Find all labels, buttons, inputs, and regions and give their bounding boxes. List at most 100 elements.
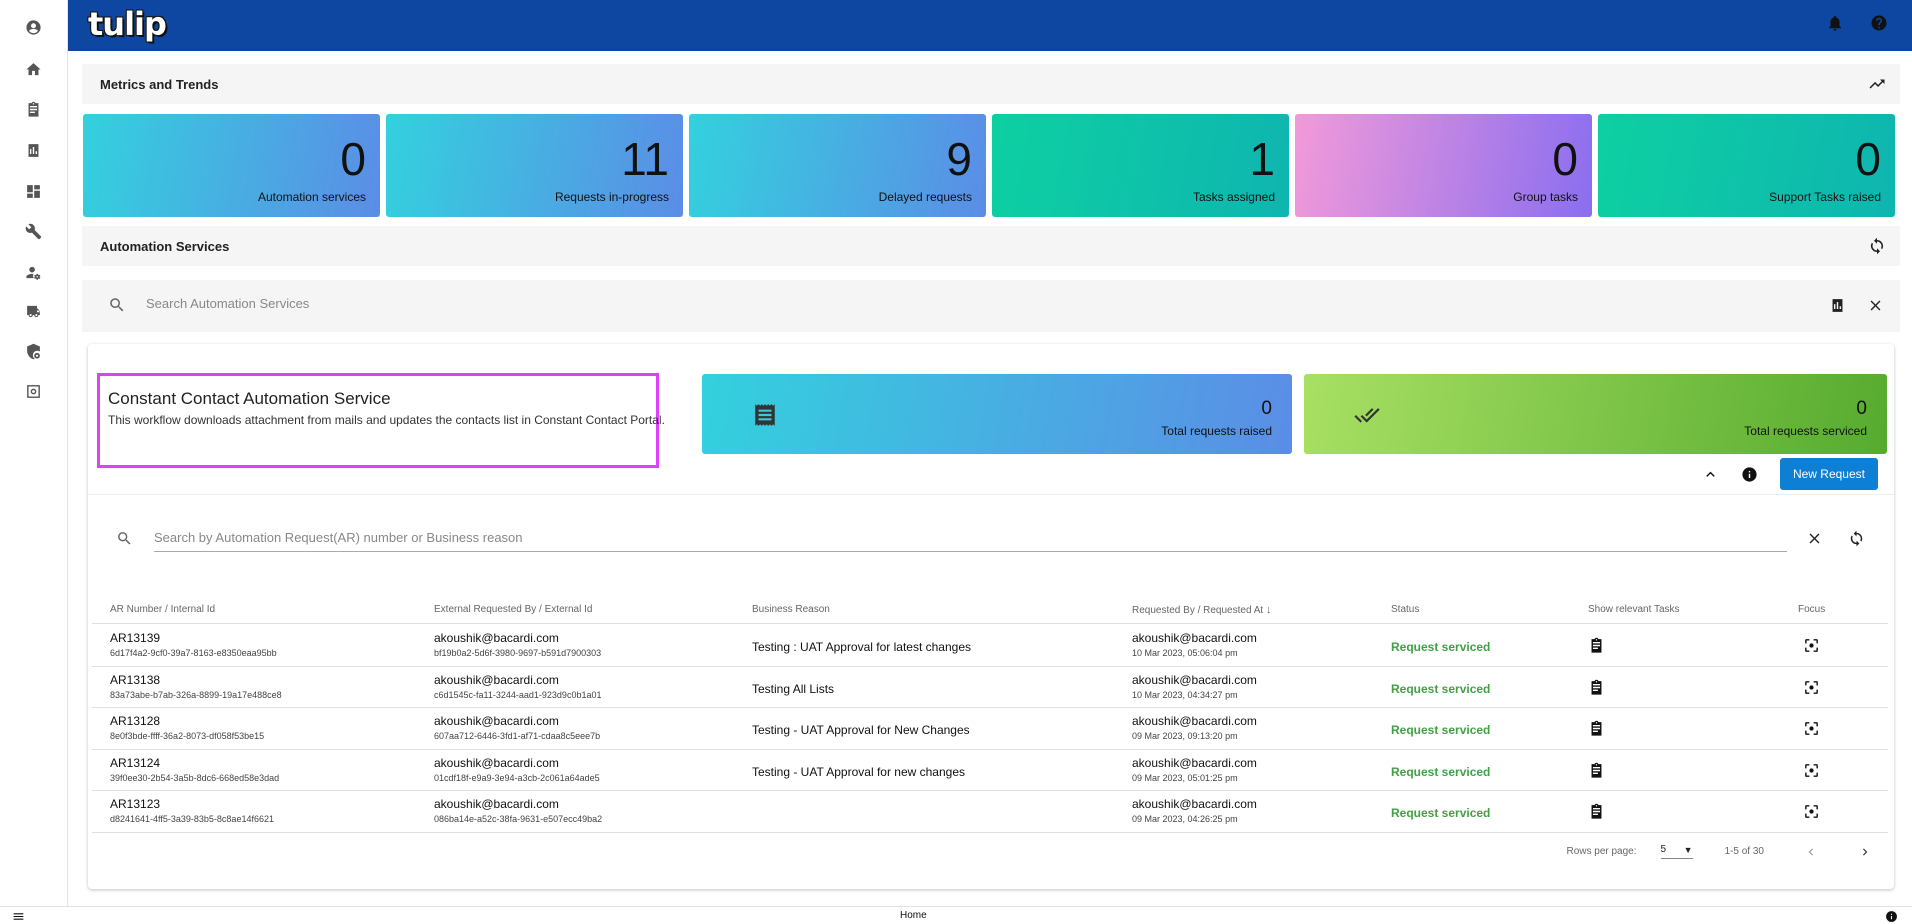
table-row[interactable]: AR13138 83a73abe-b7ab-326a-8899-19a17e488… [92, 667, 1888, 708]
service-search-input[interactable] [146, 296, 846, 311]
chart-icon[interactable] [24, 141, 42, 159]
footer-home-label: Home [900, 910, 927, 921]
header-external[interactable]: External Requested By / External Id [434, 604, 592, 615]
close-icon[interactable] [1867, 297, 1884, 314]
metric-label: Group tasks [1513, 190, 1578, 204]
metrics-section-title: Metrics and Trends [100, 76, 219, 92]
sync-icon[interactable] [1868, 237, 1886, 255]
arrow-down-icon: ↓ [1265, 604, 1272, 616]
dashboard-icon[interactable] [24, 182, 42, 200]
footer: Home [0, 906, 1912, 924]
requested-by: akoushik@bacardi.com [1132, 755, 1257, 770]
focus-icon[interactable] [1803, 679, 1820, 696]
table-row[interactable]: AR13124 39f0ee30-2b54-3a5b-8dc6-668ed58e3… [92, 750, 1888, 791]
shield-settings-icon[interactable] [24, 342, 42, 360]
metric-label: Support Tasks raised [1769, 190, 1881, 204]
service-description: This workflow downloads attachment from … [108, 413, 665, 427]
logo-text: tulip [88, 5, 167, 43]
focus-icon[interactable] [1803, 720, 1820, 737]
header-requested[interactable]: Requested By / Requested At ↓ [1132, 604, 1271, 616]
chevron-up-icon[interactable] [1702, 466, 1719, 483]
requested-at: 10 Mar 2023, 04:34:27 pm [1132, 689, 1238, 700]
divider [88, 494, 1894, 495]
header-status[interactable]: Status [1391, 604, 1419, 615]
metric-label: Requests in-progress [554, 190, 669, 204]
table-row[interactable]: AR13139 6d17f4a2-9cf0-39a7-8163-e8350eaa9… [92, 625, 1888, 667]
wrench-icon[interactable] [24, 222, 42, 240]
total-requests-serviced-card: 0 Total requests serviced [1304, 374, 1887, 454]
menu-icon[interactable] [12, 910, 25, 923]
metric-value: 11 [621, 133, 669, 185]
close-icon[interactable] [1806, 530, 1823, 547]
search-icon [116, 530, 133, 547]
service-title: Constant Contact Automation Service [108, 389, 391, 408]
internal-id: 39f0ee30-2b54-3a5b-8dc6-668ed58e3dad [110, 772, 280, 783]
external-requested-by: akoushik@bacardi.com [434, 714, 559, 728]
person-settings-icon[interactable] [24, 263, 42, 281]
services-section-title: Automation Services [100, 238, 230, 254]
info-icon[interactable] [1885, 910, 1898, 923]
truck-icon[interactable] [24, 302, 42, 320]
focus-icon[interactable] [1803, 637, 1820, 654]
chevron-right-icon[interactable] [1858, 845, 1872, 859]
home-icon[interactable] [24, 60, 42, 78]
help-icon[interactable] [1870, 14, 1888, 32]
header-ar-number[interactable]: AR Number / Internal Id [110, 604, 215, 615]
business-reason: Testing - UAT Approval for New Changes [752, 723, 970, 737]
header-tasks[interactable]: Show relevant Tasks [1588, 604, 1680, 615]
rows-per-page-select[interactable]: 5 ▼ [1660, 844, 1693, 859]
business-reason: Testing : UAT Approval for latest change… [752, 640, 972, 654]
chart-icon[interactable] [1829, 297, 1846, 314]
pagination: Rows per page: 5 ▼ 1-5 of 30 [1566, 844, 1872, 859]
ar-number: AR13139 [110, 631, 161, 645]
metric-card[interactable]: 0 Support Tasks raised [1598, 114, 1895, 217]
status-badge: Request serviced [1391, 723, 1491, 737]
metric-card[interactable]: 1 Tasks assigned [992, 114, 1289, 217]
table-row[interactable]: AR13128 8e0f3bde-ffff-36a2-8073-df058f53b… [92, 708, 1888, 750]
clipboard-icon[interactable] [1588, 762, 1605, 779]
business-reason: Testing - UAT Approval for new changes [752, 764, 965, 779]
focus-icon[interactable] [1803, 803, 1820, 820]
new-request-button[interactable]: New Request [1779, 458, 1878, 490]
metric-card[interactable]: 11 Requests in-progress [386, 114, 683, 217]
info-icon[interactable] [1741, 466, 1758, 483]
external-requested-by: akoushik@bacardi.com [434, 755, 559, 770]
focus-box-icon[interactable] [24, 382, 42, 400]
external-requested-by: akoushik@bacardi.com [434, 631, 559, 645]
clipboard-icon[interactable] [1588, 679, 1605, 696]
table-row[interactable]: AR13123 d8241641-4ff5-3a39-83b5-8c8ae14f6… [92, 791, 1888, 833]
external-id: 607aa712-6446-3fd1-af71-cdaa8c5eee7b [434, 731, 601, 741]
header-business-reason[interactable]: Business Reason [752, 604, 830, 615]
total-requests-raised-label: Total requests raised [1161, 424, 1272, 438]
clipboard-icon[interactable] [1588, 803, 1605, 820]
trending-up-icon[interactable] [1868, 75, 1886, 93]
sync-icon[interactable] [1848, 530, 1865, 547]
header-focus[interactable]: Focus [1798, 604, 1825, 615]
clipboard-icon[interactable] [24, 100, 42, 118]
requested-at: 09 Mar 2023, 05:01:25 pm [1132, 772, 1238, 783]
requested-at: 09 Mar 2023, 09:13:20 pm [1132, 731, 1238, 741]
metric-card[interactable]: 0 Group tasks [1295, 114, 1592, 217]
bell-icon[interactable] [1826, 14, 1844, 32]
clipboard-icon[interactable] [1588, 637, 1605, 654]
ar-number: AR13124 [110, 755, 161, 770]
requested-at: 10 Mar 2023, 05:06:04 pm [1132, 648, 1238, 658]
top-bar: tulip [68, 0, 1912, 51]
clipboard-icon[interactable] [1588, 720, 1605, 737]
account-circle-icon[interactable] [24, 18, 42, 36]
requested-by: akoushik@bacardi.com [1132, 631, 1257, 645]
ar-number: AR13128 [110, 714, 161, 728]
metrics-section-header: Metrics and Trends [82, 64, 1900, 104]
focus-icon[interactable] [1803, 762, 1820, 779]
metrics-row: 0 Automation services 11 Requests in-prog… [83, 114, 1895, 217]
metric-card[interactable]: 9 Delayed requests [689, 114, 986, 217]
total-requests-serviced-label: Total requests serviced [1744, 424, 1867, 438]
metric-card[interactable]: 0 Automation services [83, 114, 380, 217]
chevron-left-icon[interactable] [1804, 845, 1818, 859]
logo[interactable]: tulip [88, 4, 167, 44]
request-search-input[interactable] [154, 524, 1787, 552]
pagination-range: 1-5 of 30 [1724, 846, 1764, 857]
total-requests-raised-card: 0 Total requests raised [702, 374, 1292, 454]
metric-value: 0 [340, 133, 366, 185]
sidebar [0, 0, 68, 924]
